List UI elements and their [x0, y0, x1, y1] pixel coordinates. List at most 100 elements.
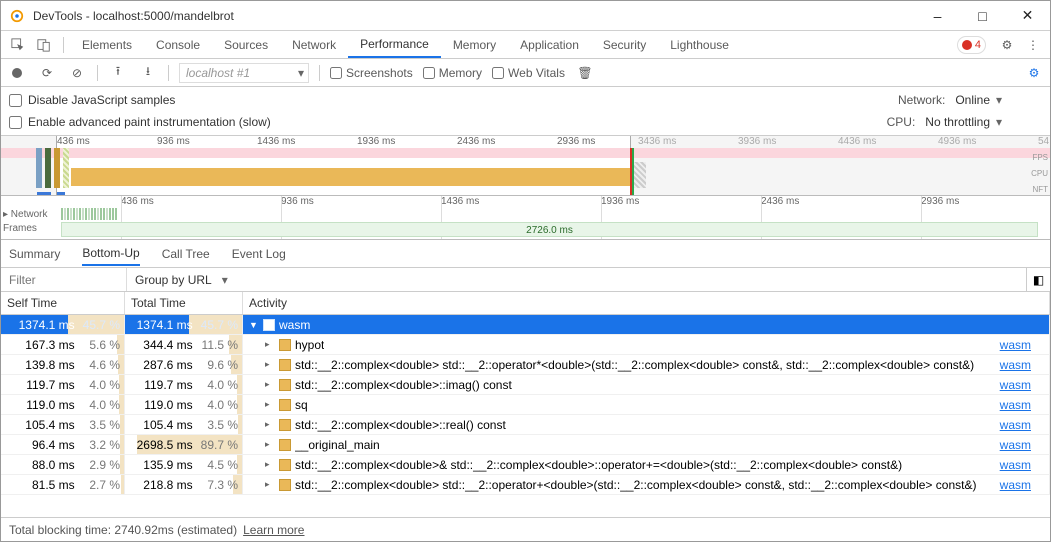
filter-input[interactable]: [1, 268, 127, 291]
trash-icon[interactable]: 🗑: [575, 66, 595, 80]
performance-toolbar: ⟳ ⊘ ⭱ ⭳ localhost #1 Screenshots Memory …: [1, 59, 1050, 87]
activity-name: std::__2::complex<double>& std::__2::com…: [295, 458, 902, 472]
overview-tick: 1436 ms: [257, 136, 295, 147]
flame-tick: 936 ms: [281, 196, 314, 207]
table-row[interactable]: 1374.1 ms 45.7 %1374.1 ms 45.7 %▼wasm: [1, 315, 1050, 335]
disclosure-triangle-icon[interactable]: ▸: [265, 479, 275, 490]
flamechart-header[interactable]: ▸ Network Frames 436 ms936 ms1436 ms1936…: [1, 196, 1050, 240]
table-row[interactable]: 139.8 ms 4.6 %287.6 ms 9.6 %▸std::__2::c…: [1, 355, 1050, 375]
source-link[interactable]: wasm: [1000, 358, 1031, 372]
overview-tick: 936 ms: [157, 136, 190, 147]
cpu-throttle-dropdown[interactable]: No throttling: [921, 115, 1002, 129]
disclosure-triangle-icon[interactable]: ▸: [265, 359, 275, 370]
tab-application[interactable]: Application: [508, 31, 591, 58]
overview-tick: 4436 ms: [838, 136, 876, 147]
disable-js-checkbox[interactable]: Disable JavaScript samples: [9, 93, 175, 107]
tab-lighthouse[interactable]: Lighthouse: [658, 31, 741, 58]
category-swatch-icon: [279, 459, 291, 471]
subtab-call-tree[interactable]: Call Tree: [162, 247, 210, 261]
tab-console[interactable]: Console: [144, 31, 212, 58]
table-row[interactable]: 105.4 ms 3.5 %105.4 ms 3.5 %▸std::__2::c…: [1, 415, 1050, 435]
disclosure-triangle-icon[interactable]: ▸: [265, 379, 275, 390]
network-track-label[interactable]: ▸ Network: [3, 208, 47, 222]
source-link[interactable]: wasm: [1000, 478, 1031, 492]
inspect-icon[interactable]: [5, 31, 31, 58]
subtab-event-log[interactable]: Event Log: [232, 247, 286, 261]
flame-tick: 1936 ms: [601, 196, 639, 207]
category-swatch-icon: [279, 419, 291, 431]
disclosure-triangle-icon[interactable]: ▸: [265, 439, 275, 450]
source-link[interactable]: wasm: [1000, 338, 1031, 352]
category-swatch-icon: [279, 479, 291, 491]
source-link[interactable]: wasm: [1000, 398, 1031, 412]
toggle-heaviest-stack-icon[interactable]: ◧: [1026, 268, 1050, 291]
window-title: DevTools - localhost:5000/mandelbrot: [33, 9, 915, 23]
activity-name: __original_main: [295, 438, 380, 452]
flame-tick: 1436 ms: [441, 196, 479, 207]
error-dot-icon: [962, 40, 972, 50]
network-throttle-dropdown[interactable]: Online: [951, 93, 1002, 107]
activity-name: std::__2::complex<double>::imag() const: [295, 378, 512, 392]
upload-icon[interactable]: ⭱: [108, 62, 128, 83]
tab-elements[interactable]: Elements: [70, 31, 144, 58]
tab-performance[interactable]: Performance: [348, 31, 441, 58]
tab-network[interactable]: Network: [280, 31, 348, 58]
source-link[interactable]: wasm: [1000, 458, 1031, 472]
maximize-button[interactable]: □: [960, 1, 1005, 30]
settings-gear-icon[interactable]: ⚙: [994, 31, 1020, 58]
table-row[interactable]: 96.4 ms 3.2 %2698.5 ms 89.7 %▸__original…: [1, 435, 1050, 455]
frames-track-label: Frames: [3, 222, 47, 236]
close-button[interactable]: ✕: [1005, 1, 1050, 30]
screenshots-checkbox[interactable]: Screenshots: [330, 66, 413, 80]
overview-tick: 436 ms: [57, 136, 90, 147]
subtab-bottom-up[interactable]: Bottom-Up: [82, 241, 139, 266]
col-total-time[interactable]: Total Time: [125, 292, 243, 314]
tab-security[interactable]: Security: [591, 31, 658, 58]
col-activity[interactable]: Activity: [243, 292, 1050, 314]
frames-bar[interactable]: 2726.0 ms: [61, 222, 1038, 237]
table-row[interactable]: 88.0 ms 2.9 %135.9 ms 4.5 %▸std::__2::co…: [1, 455, 1050, 475]
learn-more-link[interactable]: Learn more: [243, 523, 304, 537]
disclosure-triangle-icon[interactable]: ▸: [265, 339, 275, 350]
memory-checkbox[interactable]: Memory: [423, 66, 482, 80]
table-row[interactable]: 167.3 ms 5.6 %344.4 ms 11.5 %▸hypotwasm: [1, 335, 1050, 355]
category-swatch-icon: [279, 439, 291, 451]
table-row[interactable]: 81.5 ms 2.7 %218.8 ms 7.3 %▸std::__2::co…: [1, 475, 1050, 495]
record-button[interactable]: [7, 67, 27, 79]
more-menu-icon[interactable]: ⋮: [1020, 31, 1046, 58]
overview-tick: 2936 ms: [557, 136, 595, 147]
disclosure-triangle-icon[interactable]: ▸: [265, 399, 275, 410]
track-label: FPS: [1031, 150, 1048, 166]
overview-tick: 2436 ms: [457, 136, 495, 147]
device-toggle-icon[interactable]: [31, 31, 57, 58]
timeline-overview[interactable]: 436 ms 936 ms 1436 ms 1936 ms 2436 ms 2936 ms…: [1, 136, 1050, 196]
disclosure-triangle-icon[interactable]: ▸: [265, 459, 275, 470]
disclosure-triangle-icon[interactable]: ▸: [265, 419, 275, 430]
source-link[interactable]: wasm: [1000, 418, 1031, 432]
tab-sources[interactable]: Sources: [212, 31, 280, 58]
overview-tick: 1936 ms: [357, 136, 395, 147]
tab-memory[interactable]: Memory: [441, 31, 508, 58]
overview-tick: 54: [1038, 136, 1049, 147]
activity-name: std::__2::complex<double> std::__2::oper…: [295, 358, 974, 372]
group-by-dropdown[interactable]: Group by URL: [127, 273, 236, 287]
table-row[interactable]: 119.7 ms 4.0 %119.7 ms 4.0 %▸std::__2::c…: [1, 375, 1050, 395]
download-icon[interactable]: ⭳: [138, 62, 158, 83]
enable-paint-checkbox[interactable]: Enable advanced paint instrumentation (s…: [9, 115, 271, 129]
overview-tick: 4936 ms: [938, 136, 976, 147]
capture-settings-gear-icon[interactable]: ⚙: [1024, 66, 1044, 80]
col-self-time[interactable]: Self Time: [1, 292, 125, 314]
reload-record-button[interactable]: ⟳: [37, 66, 57, 80]
subtab-summary[interactable]: Summary: [9, 247, 60, 261]
disclosure-triangle-icon[interactable]: ▼: [249, 320, 259, 330]
source-link[interactable]: wasm: [1000, 378, 1031, 392]
capture-options: Disable JavaScript samples Network:Onlin…: [1, 87, 1050, 136]
source-link[interactable]: wasm: [1000, 438, 1031, 452]
webvitals-checkbox[interactable]: Web Vitals: [492, 66, 565, 80]
minimize-button[interactable]: –: [915, 1, 960, 30]
profile-selector[interactable]: localhost #1: [179, 63, 309, 83]
error-badge[interactable]: 4: [957, 36, 986, 54]
details-subtabs: Summary Bottom-Up Call Tree Event Log: [1, 240, 1050, 268]
clear-button[interactable]: ⊘: [67, 66, 87, 80]
table-row[interactable]: 119.0 ms 4.0 %119.0 ms 4.0 %▸sqwasm: [1, 395, 1050, 415]
